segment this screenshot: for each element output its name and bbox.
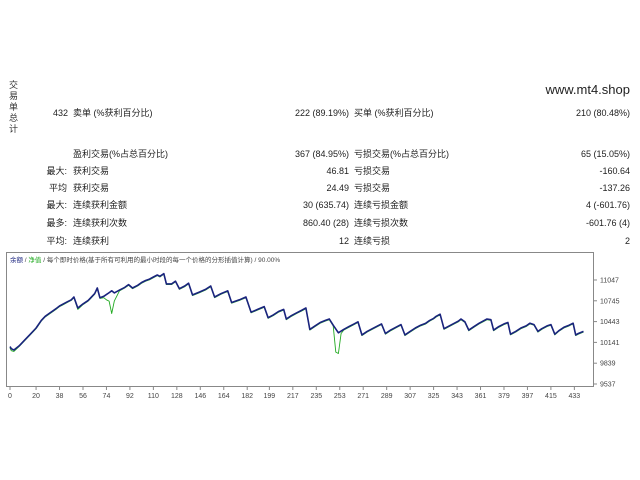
watermark-text: www.mt4.shop	[545, 82, 630, 97]
x-tick-label: 128	[171, 393, 183, 400]
chart-svg: 余额 / 净值 / 每个即时价格(基于所有可利用的最小时段的每一个价格的分形插值…	[6, 252, 620, 400]
x-tick-label: 217	[287, 393, 299, 400]
largest-prefix: 最大:	[46, 166, 67, 176]
x-tick-label: 433	[569, 393, 581, 400]
average-profit-value: 24.49	[326, 183, 349, 193]
max-consec-wins-value: 30 (635.74)	[302, 200, 349, 210]
max-consec-prefix: 最大:	[46, 200, 67, 210]
x-tick-label: 164	[218, 393, 230, 400]
maximal-loss-label: 连续亏损次数	[354, 218, 409, 228]
y-tick-label: 9839	[600, 361, 616, 368]
total-trades-value: 432	[52, 108, 68, 118]
y-tick-label: 10141	[600, 340, 620, 347]
avg-consec-prefix: 平均:	[46, 236, 67, 246]
x-tick-label: 20	[32, 393, 40, 400]
x-tick-label: 325	[428, 393, 440, 400]
largest-loss-label: 亏损交易	[354, 166, 391, 176]
y-tick-label: 10745	[600, 298, 620, 305]
balance-chart: 余额 / 净值 / 每个即时价格(基于所有可利用的最小时段的每一个价格的分形插值…	[6, 252, 634, 402]
profit-trades-label: 盈利交易(%占总百分比)	[73, 149, 168, 159]
x-tick-label: 271	[357, 393, 369, 400]
max-consec-losses-value: 4 (-601.76)	[585, 200, 630, 210]
report-side-title: 交易单总计	[9, 80, 19, 134]
x-tick-label: 307	[404, 393, 416, 400]
x-tick-label: 343	[451, 393, 463, 400]
maximal-profit-value: 860.40 (28)	[302, 218, 349, 228]
y-tick-label: 9537	[600, 382, 616, 389]
x-tick-label: 253	[334, 393, 346, 400]
legend-equity: 净值	[28, 255, 42, 264]
short-positions-value: 222 (89.19%)	[294, 108, 349, 118]
x-tick-label: 0	[8, 393, 12, 400]
long-positions-value: 210 (80.48%)	[575, 108, 630, 118]
short-positions-label: 卖单 (%获利百分比)	[73, 108, 153, 118]
largest-profit-value: 46.81	[326, 166, 349, 176]
x-axis: 0 20 38 56 74 92 110 128 146 164 182 199 217 235 253 27…	[8, 386, 581, 400]
max-consec-wins-label: 连续获利金额	[73, 200, 128, 210]
x-tick-label: 361	[475, 393, 487, 400]
largest-profit-label: 获利交易	[73, 166, 110, 176]
x-tick-label: 397	[522, 393, 534, 400]
max-consec-losses-label: 连续亏损金额	[354, 200, 409, 210]
x-tick-label: 74	[103, 393, 111, 400]
x-tick-label: 92	[126, 393, 134, 400]
profit-trades-value: 367 (84.95%)	[294, 149, 349, 159]
avg-consec-losses-label: 连续亏损	[354, 236, 391, 246]
x-tick-label: 415	[545, 393, 557, 400]
chart-legend: 余额 / 净值 / 每个即时价格(基于所有可利用的最小时段的每一个价格的分形插值…	[10, 255, 280, 264]
x-tick-label: 289	[381, 393, 393, 400]
y-axis: 9537 9839 10141 10443 10745 11047	[593, 277, 620, 389]
x-tick-label: 379	[498, 393, 510, 400]
legend-balance: 余额	[10, 255, 24, 264]
avg-consec-wins-value: 12	[338, 236, 349, 246]
avg-consec-wins-label: 连续获利	[73, 236, 110, 246]
x-tick-label: 235	[310, 393, 322, 400]
legend-description: / 每个即时价格(基于所有可利用的最小时段的每一个价格的分形插值计算) / 90…	[41, 255, 280, 264]
maximal-loss-value: -601.76 (4)	[585, 218, 630, 228]
loss-trades-value: 65 (15.05%)	[580, 149, 630, 159]
x-tick-label: 110	[148, 393, 159, 400]
average-loss-value: -137.26	[599, 183, 630, 193]
average-profit-label: 获利交易	[73, 183, 110, 193]
y-tick-label: 11047	[600, 277, 619, 284]
largest-loss-value: -160.64	[599, 166, 630, 176]
plot-frame	[6, 252, 594, 387]
maximal-prefix: 最多:	[46, 218, 67, 228]
average-prefix: 平均	[48, 183, 67, 193]
x-tick-label: 56	[79, 393, 87, 400]
x-tick-label: 199	[264, 393, 276, 400]
y-tick-label: 10443	[600, 319, 620, 326]
x-tick-label: 146	[194, 393, 206, 400]
maximal-profit-label: 连续获利次数	[73, 218, 128, 228]
x-tick-label: 38	[56, 393, 64, 400]
long-positions-label: 买单 (%获利百分比)	[354, 108, 434, 118]
avg-consec-losses-value: 2	[624, 236, 630, 246]
average-loss-label: 亏损交易	[354, 183, 391, 193]
x-tick-label: 182	[241, 393, 253, 400]
loss-trades-label: 亏损交易(%占总百分比)	[354, 149, 449, 159]
